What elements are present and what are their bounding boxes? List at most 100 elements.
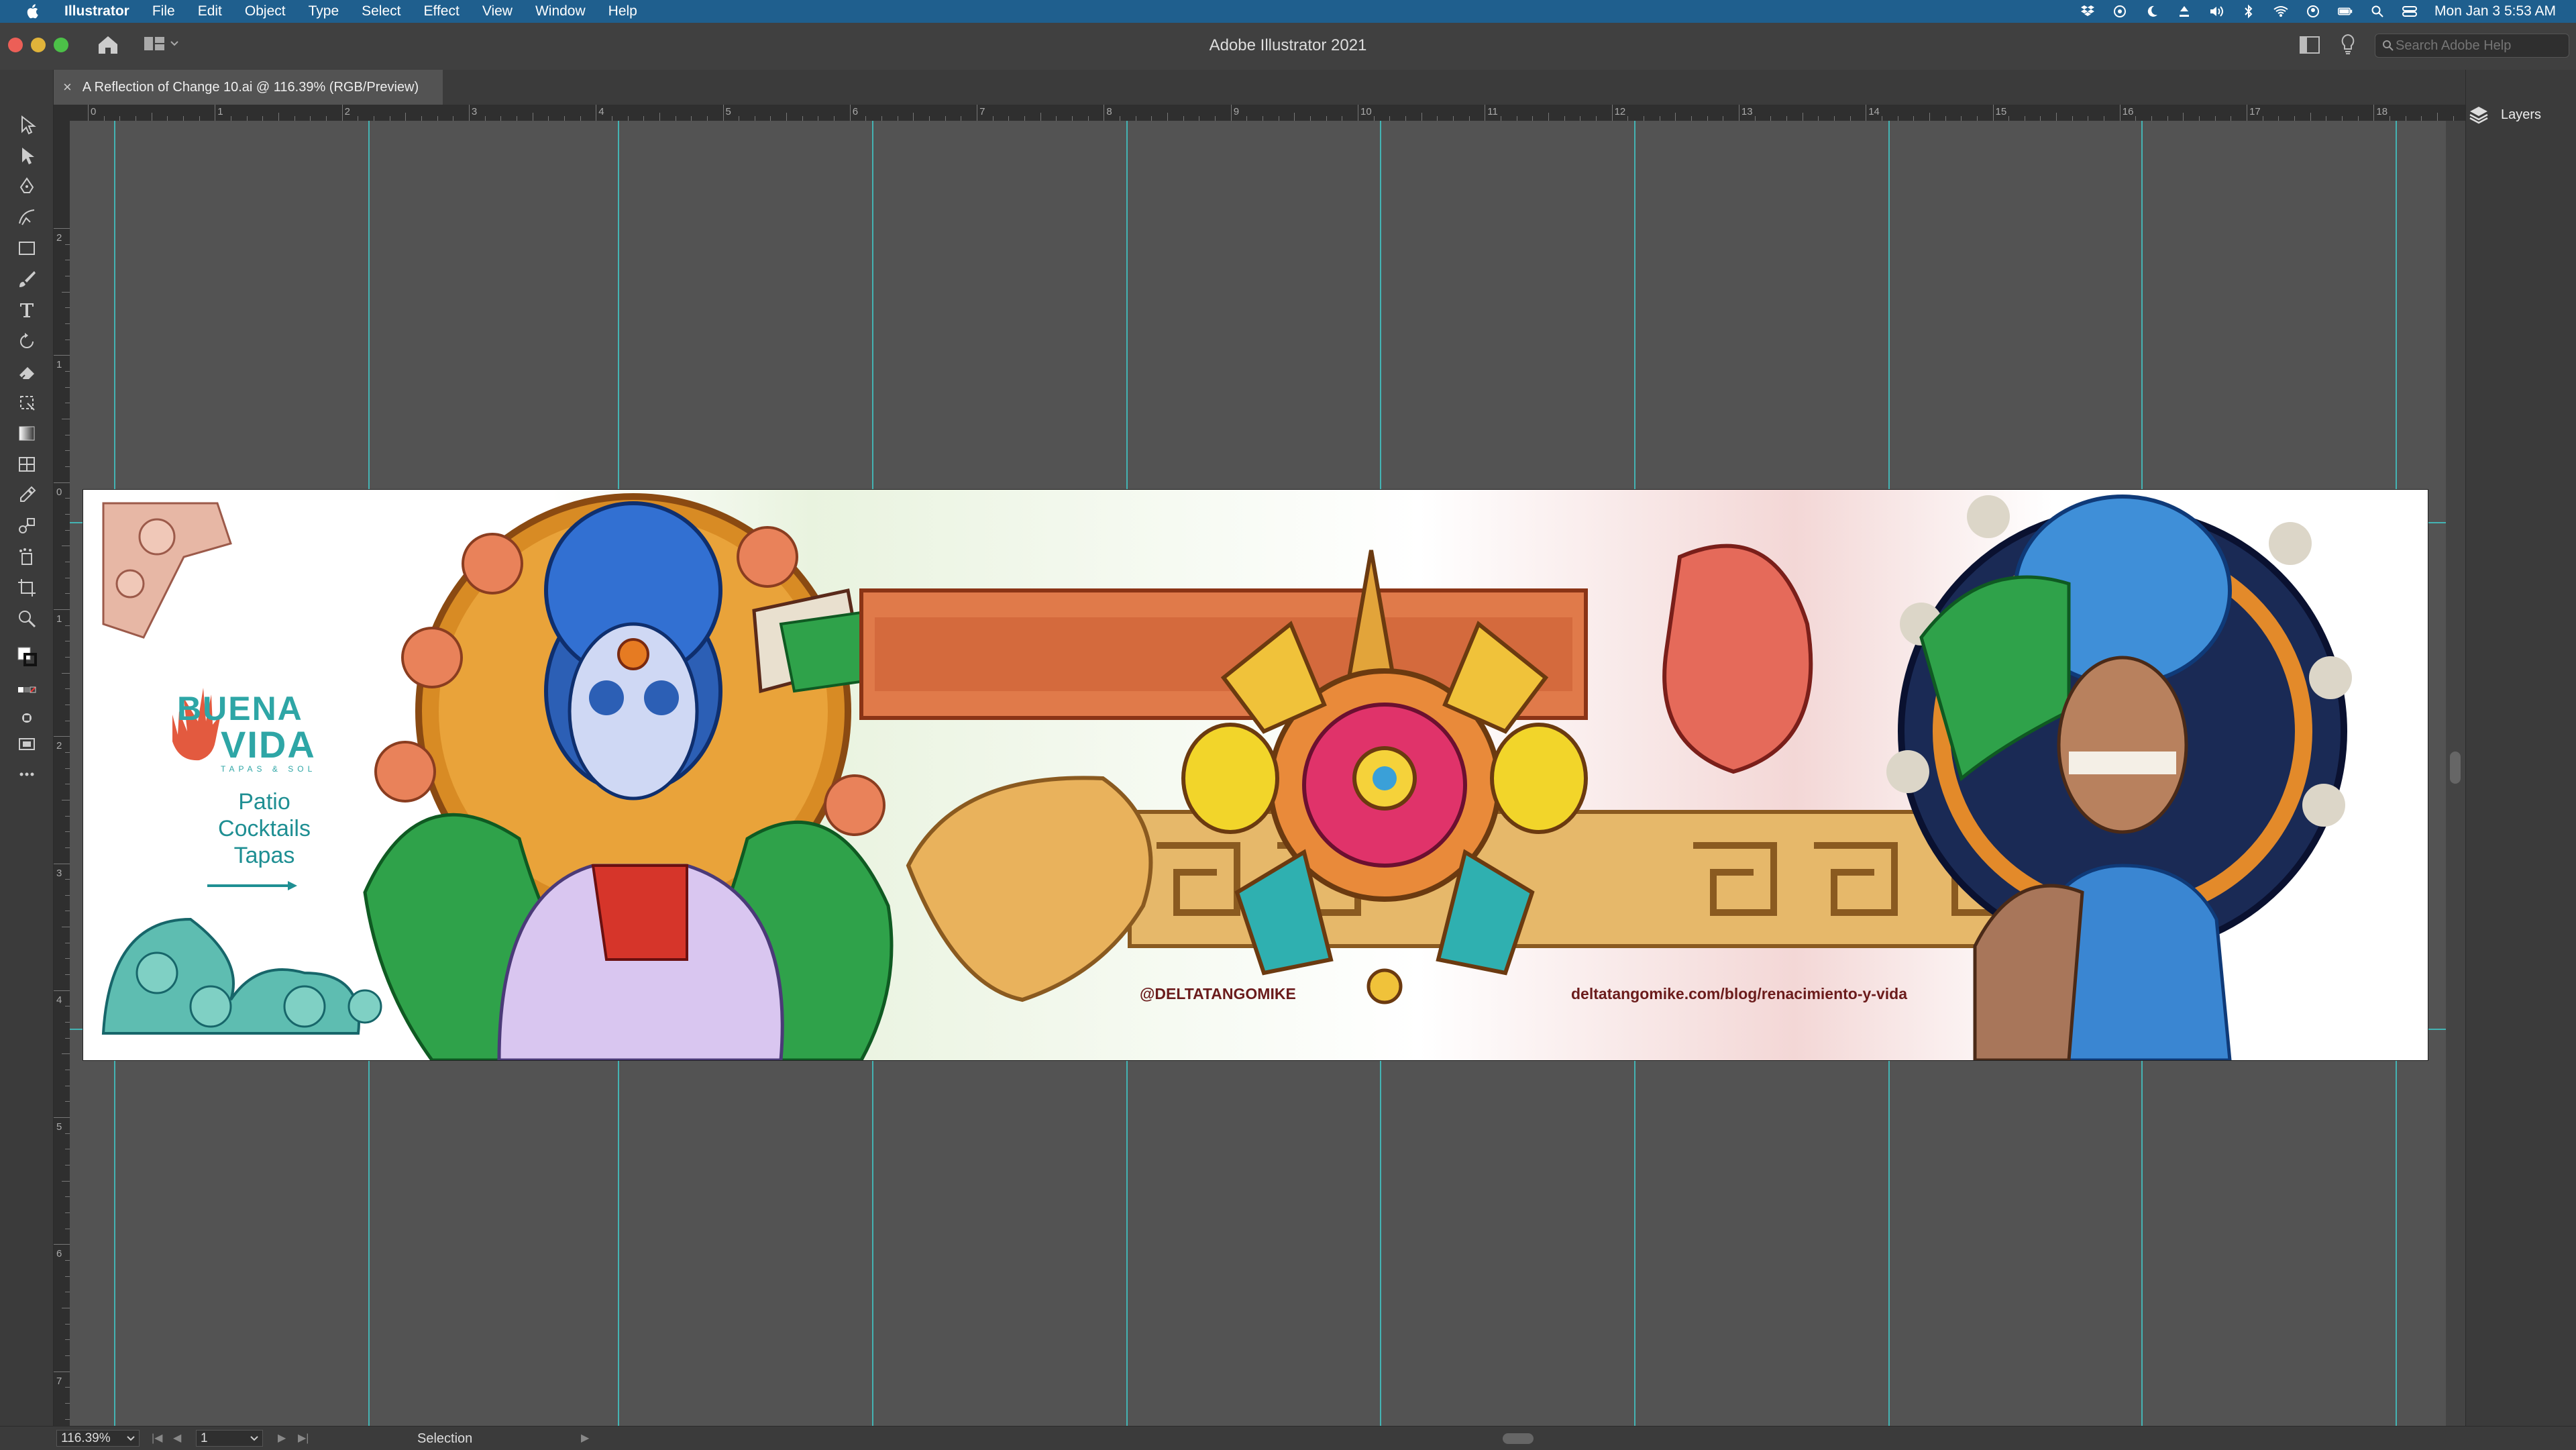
last-artboard-icon[interactable]: ▶| (298, 1431, 309, 1445)
menu-help[interactable]: Help (608, 3, 637, 19)
blend-tool-icon[interactable] (13, 513, 40, 539)
control-center-icon[interactable] (2402, 5, 2418, 18)
menu-window[interactable]: Window (535, 3, 586, 19)
menu-file[interactable]: File (152, 3, 175, 19)
ruler-minor-tick (65, 1339, 70, 1341)
curvature-tool-icon[interactable] (13, 204, 40, 231)
wifi-icon[interactable] (2273, 5, 2288, 18)
mesh-tool-icon[interactable] (13, 451, 40, 478)
ruler-major-tick (54, 1244, 70, 1245)
fill-stroke-swatch-icon[interactable] (13, 643, 40, 670)
artboard[interactable]: BUENA VIDA TAPAS & SOL Patio Cocktails T… (83, 490, 2428, 1060)
bluetooth-icon[interactable] (2241, 5, 2256, 18)
moon-icon[interactable] (2145, 5, 2159, 18)
ruler-major-tick (468, 105, 470, 121)
direct-selection-tool-icon[interactable] (13, 142, 40, 169)
type-tool-icon[interactable] (13, 297, 40, 323)
eraser-tool-icon[interactable] (13, 358, 40, 385)
pen-tool-icon[interactable] (13, 173, 40, 200)
ruler-minor-tick (1294, 113, 1295, 121)
apple-menu-icon[interactable] (20, 4, 44, 19)
previous-artboard-icon[interactable]: ◀ (173, 1431, 181, 1445)
ruler-minor-tick (2214, 116, 2216, 121)
record-icon[interactable] (2112, 5, 2127, 18)
ruler-minor-tick (2342, 116, 2343, 121)
document-tab-bar: × A Reflection of Change 10.ai @ 116.39%… (54, 70, 2465, 105)
home-icon[interactable] (97, 35, 119, 58)
discover-lightbulb-icon[interactable] (2340, 34, 2356, 58)
rotate-tool-icon[interactable] (13, 327, 40, 354)
arrange-documents-icon[interactable] (2300, 36, 2320, 57)
ruler-number: 1 (217, 106, 223, 117)
menu-object[interactable]: Object (245, 3, 286, 19)
artist-handle: @DELTATANGOMIKE (1140, 985, 1296, 1002)
close-window-button[interactable] (8, 38, 23, 52)
screen-mode-icon[interactable] (13, 731, 40, 758)
spotlight-search-icon[interactable] (2370, 5, 2385, 18)
ruler-minor-tick (1818, 116, 1819, 121)
workspace-switcher-icon[interactable] (144, 36, 178, 51)
color-mode-icon[interactable] (13, 678, 40, 705)
vertical-scroll-thumb[interactable] (2450, 752, 2461, 784)
vertical-ruler[interactable]: 2 1 0 1 2 3 4 5 6 7 (54, 121, 70, 1426)
ruler-minor-tick (1564, 116, 1565, 121)
symbol-sprayer-tool-icon[interactable] (13, 543, 40, 570)
promo-line-patio: Patio (238, 789, 290, 815)
ruler-number: 2 (344, 106, 350, 117)
menu-effect[interactable]: Effect (424, 3, 460, 19)
more-tools-icon[interactable] (13, 761, 40, 788)
chevron-down-icon[interactable] (127, 1436, 135, 1441)
menu-select[interactable]: Select (362, 3, 400, 19)
horizontal-ruler[interactable]: 0 1 2 3 4 5 6 7 8 9 10 11 12 13 14 15 16 17 18 (54, 105, 2465, 121)
menu-view[interactable]: View (482, 3, 513, 19)
menu-edit[interactable]: Edit (198, 3, 222, 19)
ruler-number: 11 (1487, 106, 1498, 117)
artboard-number-field[interactable]: 1 (196, 1430, 263, 1447)
close-tab-icon[interactable]: × (63, 79, 72, 96)
user-switch-icon[interactable] (2306, 5, 2320, 18)
ruler-number: 6 (56, 1248, 62, 1260)
selection-tool-icon[interactable] (13, 111, 40, 138)
eyedropper-tool-icon[interactable] (13, 482, 40, 509)
ruler-minor-tick (706, 116, 708, 121)
ruler-minor-tick (65, 752, 70, 753)
upload-icon[interactable] (2177, 5, 2192, 18)
menu-type[interactable]: Type (309, 3, 339, 19)
next-artboard-icon[interactable]: ▶ (278, 1431, 286, 1445)
app-menu-illustrator[interactable]: Illustrator (64, 3, 129, 19)
first-artboard-icon[interactable]: |◀ (152, 1431, 162, 1445)
horizontal-scrollbar[interactable] (604, 1433, 2446, 1444)
ruler-number: 3 (56, 867, 62, 879)
search-input[interactable] (2394, 37, 2551, 54)
chevron-down-icon[interactable] (250, 1436, 258, 1441)
status-menu-arrow-icon[interactable]: ▶ (581, 1431, 589, 1445)
paintbrush-tool-icon[interactable] (13, 266, 40, 293)
search-adobe-help[interactable] (2375, 34, 2569, 58)
zoom-window-button[interactable] (54, 38, 68, 52)
ruler-minor-tick (786, 113, 788, 121)
artboard-tool-icon[interactable] (13, 574, 40, 601)
minimize-window-button[interactable] (31, 38, 46, 52)
ruler-minor-tick (1913, 116, 1915, 121)
battery-icon[interactable] (2338, 5, 2353, 18)
ruler-number: 1 (56, 359, 62, 371)
teal-flower-cluster (101, 917, 382, 1035)
dropbox-icon[interactable] (2080, 5, 2095, 18)
gradient-tool-icon[interactable] (13, 420, 40, 447)
ruler-minor-tick (929, 116, 930, 121)
ruler-minor-tick (1786, 116, 1787, 121)
free-transform-tool-icon[interactable] (13, 389, 40, 416)
drawing-mode-icon[interactable] (13, 705, 40, 731)
zoom-level-field[interactable]: 116.39% (56, 1430, 140, 1447)
menubar-clock[interactable]: Mon Jan 3 5:53 AM (2434, 3, 2556, 19)
rectangle-tool-icon[interactable] (13, 235, 40, 262)
ruler-major-tick (54, 990, 70, 991)
vertical-scrollbar[interactable] (2446, 121, 2465, 1426)
layers-panel-tab[interactable]: Layers (2469, 99, 2569, 130)
ruler-minor-tick (2151, 116, 2153, 121)
ruler-minor-tick (65, 1418, 70, 1420)
volume-icon[interactable] (2209, 5, 2224, 18)
document-tab[interactable]: × A Reflection of Change 10.ai @ 116.39%… (54, 70, 443, 105)
horizontal-scroll-thumb[interactable] (1503, 1433, 1534, 1444)
zoom-tool-icon[interactable] (13, 605, 40, 632)
